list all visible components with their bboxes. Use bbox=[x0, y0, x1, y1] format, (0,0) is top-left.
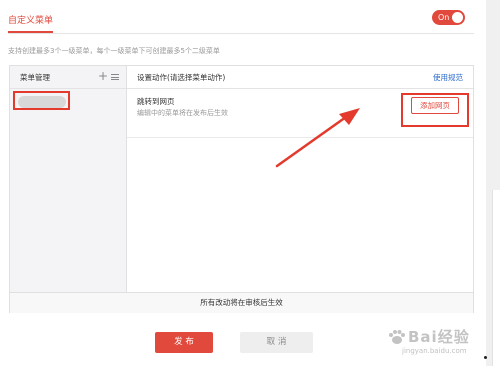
adjacent-window-edge bbox=[486, 0, 500, 366]
annotation-box-menu-item bbox=[13, 91, 70, 110]
annotation-box-add-webpage bbox=[401, 93, 469, 127]
watermark-brand: Bai经验 bbox=[408, 328, 470, 346]
settings-title: 设置动作(请选择菜单动作) bbox=[137, 73, 226, 82]
action-title: 跳转到网页 bbox=[137, 97, 175, 106]
sort-icon[interactable] bbox=[111, 74, 119, 80]
toggle-knob bbox=[452, 12, 463, 23]
menu-enable-toggle[interactable]: On bbox=[432, 10, 465, 25]
publish-button[interactable]: 发 布 bbox=[155, 332, 213, 353]
watermark-url: jingyan.baidu.com bbox=[402, 347, 467, 355]
review-notice: 所有改动将在审核后生效 bbox=[10, 292, 473, 313]
menu-editor-page: 自定义菜单 On 支持创建最多3个一级菜单，每个一级菜单下可创建最多5个二级菜单… bbox=[0, 0, 486, 366]
baidu-jingyan-watermark: Bai经验 jingyan.baidu.com bbox=[388, 326, 482, 364]
plus-icon[interactable]: + bbox=[98, 69, 108, 83]
stray-dot bbox=[484, 356, 487, 359]
menu-list-header: 菜单管理 + bbox=[10, 66, 126, 89]
toggle-label: On bbox=[438, 13, 450, 22]
menu-management-title: 菜单管理 bbox=[20, 73, 50, 82]
tab-custom-menu[interactable]: 自定义菜单 bbox=[8, 13, 53, 26]
settings-header: 设置动作(请选择菜单动作) 使用规范 bbox=[127, 66, 473, 89]
paw-icon bbox=[389, 330, 405, 344]
menu-limit-hint: 支持创建最多3个一级菜单，每个一级菜单下可创建最多5个二级菜单 bbox=[8, 47, 220, 55]
action-description: 编辑中的菜单将在发布后生效 bbox=[137, 109, 228, 117]
cancel-button[interactable]: 取 消 bbox=[240, 332, 313, 353]
tab-divider bbox=[8, 33, 474, 34]
usage-rules-link[interactable]: 使用规范 bbox=[433, 72, 463, 83]
